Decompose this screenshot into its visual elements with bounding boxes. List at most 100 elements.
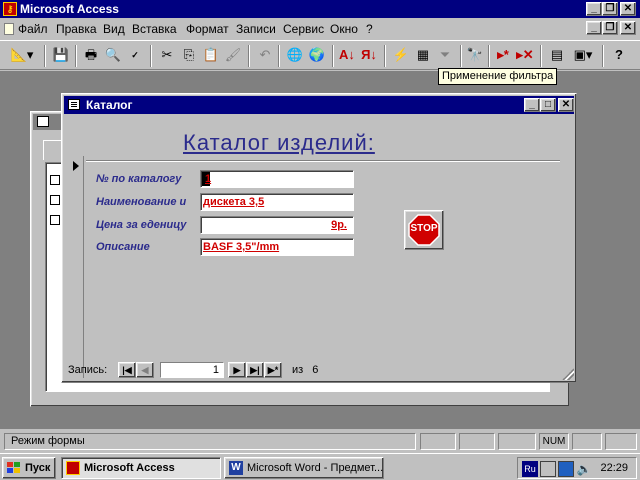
database-window-icon[interactable]: ▤ (546, 45, 568, 67)
menu-tools[interactable]: Сервис (283, 22, 324, 36)
catalog-number-label: № по каталогу (96, 173, 182, 185)
previous-record-button[interactable]: ◀ (136, 362, 154, 378)
status-panel (572, 433, 602, 450)
form-title-bar[interactable]: Каталог _ □ ✕ (64, 96, 574, 114)
form-heading: Каталог изделий: (183, 130, 375, 155)
format-painter-icon[interactable]: 🖌 (222, 45, 244, 67)
heading-divider (86, 160, 560, 162)
sort-ascending-icon[interactable]: A↓ (336, 45, 358, 67)
access-key-icon (66, 461, 80, 475)
find-icon[interactable]: 🔭 (464, 45, 486, 67)
form-close-button[interactable]: ✕ (620, 21, 636, 35)
undo-icon[interactable]: ↶ (254, 45, 276, 67)
catalog-number-field[interactable]: 1 (200, 170, 354, 188)
menu-insert[interactable]: Вставка (132, 22, 177, 36)
form-restore-button[interactable]: ❐ (602, 21, 618, 35)
sort-descending-icon[interactable]: Я↓ (358, 45, 380, 67)
paste-icon[interactable]: 📋 (200, 45, 222, 67)
description-value: BASF 3,5"/mm (203, 241, 280, 253)
last-record-button[interactable]: ▶| (246, 362, 264, 378)
record-count-total: 6 (312, 364, 319, 376)
form-body: Каталог изделий: № по каталогу 1 Наимено… (66, 116, 574, 378)
form-minimize-button[interactable]: _ (586, 21, 602, 35)
app-title: Microsoft Access (20, 2, 119, 16)
new-record-nav-button[interactable]: ▶* (264, 362, 282, 378)
menu-edit[interactable]: Правка (56, 22, 97, 36)
status-panel (420, 433, 456, 450)
word-icon: W (229, 461, 243, 475)
print-icon[interactable]: 🖶 (80, 45, 102, 67)
speaker-icon[interactable]: 🔈 (576, 461, 592, 477)
tray-app-icon[interactable] (540, 461, 556, 477)
monitor-icon[interactable] (558, 461, 574, 477)
unit-price-value: 9р. (331, 219, 347, 231)
menu-view[interactable]: Вид (103, 22, 125, 36)
name-label: Наименование и (96, 196, 187, 208)
restore-button[interactable]: ❐ (602, 2, 618, 16)
language-indicator[interactable]: Ru (522, 461, 538, 477)
menu-window[interactable]: Окно (330, 22, 358, 36)
form-win-minimize-button[interactable]: _ (524, 98, 540, 112)
stop-button-label: STOP (410, 223, 438, 234)
database-icon (37, 116, 49, 127)
toolbar: 📐▾ 💾 🖶 🔍 ✓ ✂ ⎘ 📋 🖌 ↶ 🌐 🌍 A↓ Я↓ ⚡ ▦ ⏷ 🔭 ▸… (0, 40, 640, 70)
unit-price-field[interactable]: 9р. (200, 216, 354, 234)
list-item-icon (50, 195, 60, 205)
menu-records[interactable]: Записи (236, 22, 276, 36)
status-bar: Режим формы NUM (0, 431, 640, 451)
filter-by-form-icon[interactable]: ▦ (412, 45, 434, 67)
system-tray: Ru 🔈 22:29 (517, 457, 637, 479)
menu-format[interactable]: Формат (186, 22, 229, 36)
copy-icon[interactable]: ⎘ (178, 45, 200, 67)
delete-record-icon[interactable]: ▸✕ (514, 45, 536, 67)
insert-hyperlink-icon[interactable]: 🌐 (284, 45, 306, 67)
record-number-input[interactable]: 1 (160, 362, 224, 378)
menu-file[interactable]: Файл (18, 22, 48, 36)
taskbar-item-access[interactable]: Microsoft Access (61, 457, 221, 479)
stop-button[interactable]: STOP (404, 210, 444, 250)
list-item-icon (50, 215, 60, 225)
filter-by-selection-icon[interactable]: ⚡ (390, 45, 412, 67)
form-win-maximize-button[interactable]: □ (540, 98, 556, 112)
status-panel (605, 433, 637, 450)
print-preview-icon[interactable]: 🔍 (102, 45, 124, 67)
list-item-icon (50, 175, 60, 185)
menu-help[interactable]: ? (366, 22, 373, 36)
help-icon[interactable]: ? (608, 45, 630, 67)
toolbar-tooltip: Применение фильтра (438, 68, 558, 85)
app-title-bar[interactable]: ⚷ Microsoft Access _ ❐ ✕ (0, 0, 640, 18)
start-button[interactable]: Пуск (2, 457, 56, 479)
new-record-icon[interactable]: ▸* (492, 45, 514, 67)
form-icon[interactable] (68, 99, 80, 110)
description-field[interactable]: BASF 3,5"/mm (200, 238, 354, 256)
new-object-icon[interactable]: ▣▾ (568, 45, 598, 67)
minimize-button[interactable]: _ (586, 2, 602, 16)
num-lock-indicator: NUM (539, 433, 569, 450)
view-mode-icon[interactable]: 📐▾ (6, 45, 38, 67)
save-icon[interactable]: 💾 (50, 45, 72, 67)
description-label: Описание (96, 241, 150, 253)
status-panel (498, 433, 536, 450)
next-record-button[interactable]: ▶ (228, 362, 246, 378)
name-field[interactable]: дискета 3,5 (200, 193, 354, 211)
record-selector[interactable] (68, 156, 84, 378)
windows-logo-icon (7, 462, 20, 473)
taskbar-item-word[interactable]: W Microsoft Word - Предмет... (224, 457, 384, 479)
record-count: из 6 (292, 364, 318, 376)
spelling-icon[interactable]: ✓ (124, 45, 146, 67)
access-key-icon[interactable]: ⚷ (3, 2, 17, 16)
form-system-menu-icon[interactable] (4, 23, 14, 35)
form-title: Каталог (86, 98, 133, 112)
status-text: Режим формы (4, 433, 416, 450)
web-toolbar-icon[interactable]: 🌍 (306, 45, 328, 67)
taskbar-item-label: Microsoft Word - Предмет... (247, 462, 384, 474)
form-window[interactable]: Каталог _ □ ✕ Каталог изделий: № по ката… (61, 93, 577, 383)
cut-icon[interactable]: ✂ (156, 45, 178, 67)
clock[interactable]: 22:29 (600, 462, 628, 474)
resize-grip[interactable] (562, 368, 574, 380)
apply-filter-icon[interactable]: ⏷ (434, 45, 456, 67)
form-win-close-button[interactable]: ✕ (558, 98, 574, 112)
close-button[interactable]: ✕ (620, 2, 636, 16)
first-record-button[interactable]: |◀ (118, 362, 136, 378)
unit-price-label: Цена за еденицу (96, 219, 187, 231)
